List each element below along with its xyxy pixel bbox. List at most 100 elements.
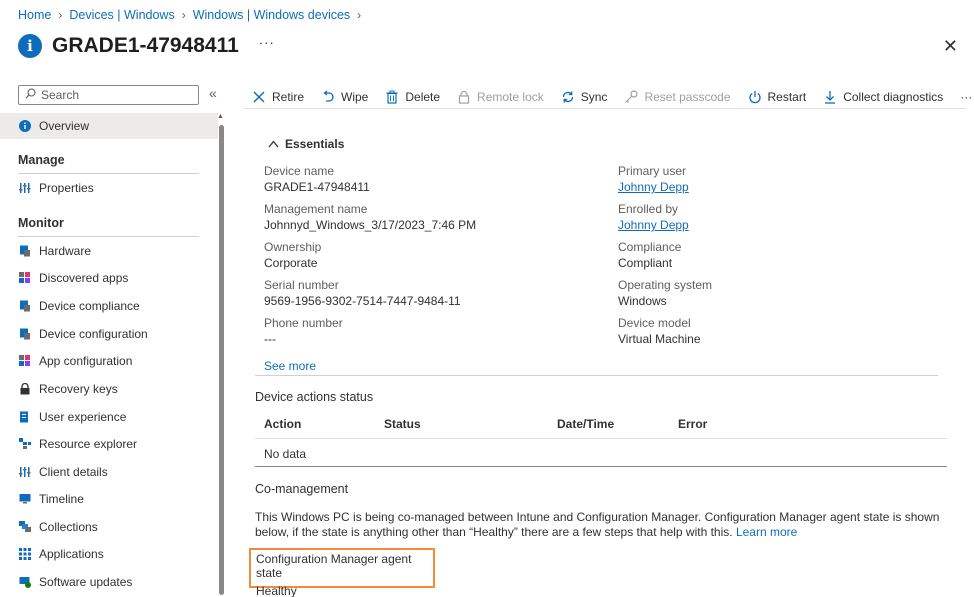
breadcrumb-windows-devices[interactable]: Windows | Windows devices <box>193 8 350 22</box>
hardware-icon <box>18 245 31 258</box>
collapse-sidebar-icon[interactable]: « <box>209 85 217 101</box>
sidebar-item-software-updates[interactable]: Software updates <box>0 569 218 595</box>
sidebar-item-device-compliance[interactable]: Device compliance <box>0 293 218 319</box>
remote-lock-label: Remote lock <box>477 90 544 104</box>
retire-button[interactable]: Retire <box>252 90 304 104</box>
sidebar-item-label: Properties <box>39 181 94 195</box>
retire-label: Retire <box>272 90 305 104</box>
undo-icon <box>321 90 335 104</box>
essentials-toggle[interactable]: Essentials <box>268 137 344 151</box>
table-empty-message: No data <box>264 447 307 461</box>
agent-state-highlight: Configuration Manager agent state Health… <box>249 548 435 597</box>
sidebar-item-label: App configuration <box>39 354 133 368</box>
compliance-value: Compliant <box>618 256 673 270</box>
page-title: GRADE1-47948411 <box>52 34 239 57</box>
sidebar-item-applications[interactable]: Applications <box>0 541 218 567</box>
chevron-up-icon <box>268 137 279 151</box>
agent-state-label: Configuration Manager agent state <box>256 552 412 580</box>
ownership-value: Corporate <box>264 256 318 270</box>
breadcrumb-home[interactable]: Home <box>18 8 51 22</box>
command-bar: Retire Wipe Delete Remote lock Sync Rese… <box>252 85 972 109</box>
close-icon[interactable]: ✕ <box>943 36 958 57</box>
column-header-action[interactable]: Action <box>264 417 301 431</box>
collect-diagnostics-button[interactable]: Collect diagnostics <box>823 90 943 104</box>
essentials-heading: Essentials <box>285 137 345 151</box>
device-configuration-icon <box>18 328 31 341</box>
sidebar-item-user-experience[interactable]: User experience <box>0 404 218 430</box>
reset-passcode-label: Reset passcode <box>644 90 731 104</box>
comanagement-title: Co-management <box>255 482 349 496</box>
breadcrumb-devices-windows[interactable]: Devices | Windows <box>69 8 174 22</box>
wipe-button[interactable]: Wipe <box>321 90 368 104</box>
column-header-status[interactable]: Status <box>384 417 421 431</box>
divider <box>255 438 947 439</box>
device-model-value: Virtual Machine <box>618 332 701 346</box>
search-icon <box>25 88 36 102</box>
field-label: Device name <box>264 164 335 178</box>
phone-number-value: --- <box>264 332 276 346</box>
trash-icon <box>385 90 399 104</box>
sidebar-item-discovered-apps[interactable]: Discovered apps <box>0 265 218 291</box>
operating-system-value: Windows <box>618 294 667 308</box>
delete-button[interactable]: Delete <box>385 90 440 104</box>
sidebar-item-timeline[interactable]: Timeline <box>0 486 218 512</box>
sync-button[interactable]: Sync <box>561 90 607 104</box>
app-configuration-icon <box>18 355 31 368</box>
applications-grid-icon <box>18 548 31 561</box>
field-label: Management name <box>264 202 368 216</box>
sidebar: Search « ▲ Overview Manage Properties Mo… <box>0 80 230 597</box>
reset-passcode-button[interactable]: Reset passcode <box>624 90 731 104</box>
more-commands-button[interactable]: ··· <box>960 90 972 104</box>
close-icon <box>252 90 266 104</box>
sidebar-item-device-configuration[interactable]: Device configuration <box>0 321 218 347</box>
learn-more-link[interactable]: Learn more <box>736 525 797 539</box>
sidebar-item-label: User experience <box>39 410 127 424</box>
client-details-icon <box>18 466 31 479</box>
sidebar-item-app-configuration[interactable]: App configuration <box>0 348 218 374</box>
download-icon <box>823 90 837 104</box>
sidebar-item-label: Client details <box>39 465 108 479</box>
column-header-error[interactable]: Error <box>678 417 707 431</box>
see-more-link[interactable]: See more <box>264 359 316 373</box>
sidebar-item-label: Timeline <box>39 492 84 506</box>
device-actions-title: Device actions status <box>255 390 374 404</box>
sidebar-item-recovery-keys[interactable]: Recovery keys <box>0 376 218 402</box>
field-label: Device model <box>618 316 691 330</box>
management-name-value: Johnnyd_Windows_3/17/2023_7:46 PM <box>264 218 477 232</box>
primary-user-link[interactable]: Johnny Depp <box>618 180 689 194</box>
chevron-right-icon: › <box>357 8 362 22</box>
sidebar-item-client-details[interactable]: Client details <box>0 459 218 485</box>
sidebar-item-properties[interactable]: Properties <box>0 175 218 201</box>
enrolled-by-link[interactable]: Johnny Depp <box>618 218 689 232</box>
sidebar-item-hardware[interactable]: Hardware <box>0 238 218 264</box>
collect-diagnostics-label: Collect diagnostics <box>843 90 944 104</box>
comanagement-description: This Windows PC is being co-managed betw… <box>255 510 955 540</box>
sidebar-scrollbar[interactable] <box>219 125 224 595</box>
software-updates-icon <box>18 576 31 589</box>
sidebar-item-overview[interactable]: Overview <box>0 113 218 139</box>
info-icon: i <box>18 34 42 58</box>
resource-explorer-icon <box>18 438 31 451</box>
remote-lock-button[interactable]: Remote lock <box>457 90 544 104</box>
restart-button[interactable]: Restart <box>748 90 806 104</box>
field-label: Enrolled by <box>618 202 679 216</box>
comanagement-text: This Windows PC is being co-managed betw… <box>255 510 940 539</box>
agent-state-value: Healthy <box>256 584 297 597</box>
collections-icon <box>18 521 31 534</box>
sidebar-item-label: Collections <box>39 520 98 534</box>
chevron-right-icon: › <box>58 8 63 22</box>
scroll-up-icon[interactable]: ▲ <box>217 113 224 120</box>
properties-icon <box>18 182 31 195</box>
field-label: Ownership <box>264 240 322 254</box>
sidebar-item-label: Applications <box>39 547 104 561</box>
column-header-datetime[interactable]: Date/Time <box>557 417 614 431</box>
sidebar-item-label: Device compliance <box>39 299 140 313</box>
sidebar-item-resource-explorer[interactable]: Resource explorer <box>0 431 218 457</box>
search-input[interactable]: Search <box>18 85 199 105</box>
more-options-button[interactable]: ··· <box>259 35 275 50</box>
delete-label: Delete <box>405 90 441 104</box>
field-label: Phone number <box>264 316 343 330</box>
sidebar-item-collections[interactable]: Collections <box>0 514 218 540</box>
lock-icon <box>457 90 471 104</box>
user-experience-icon <box>18 411 31 424</box>
